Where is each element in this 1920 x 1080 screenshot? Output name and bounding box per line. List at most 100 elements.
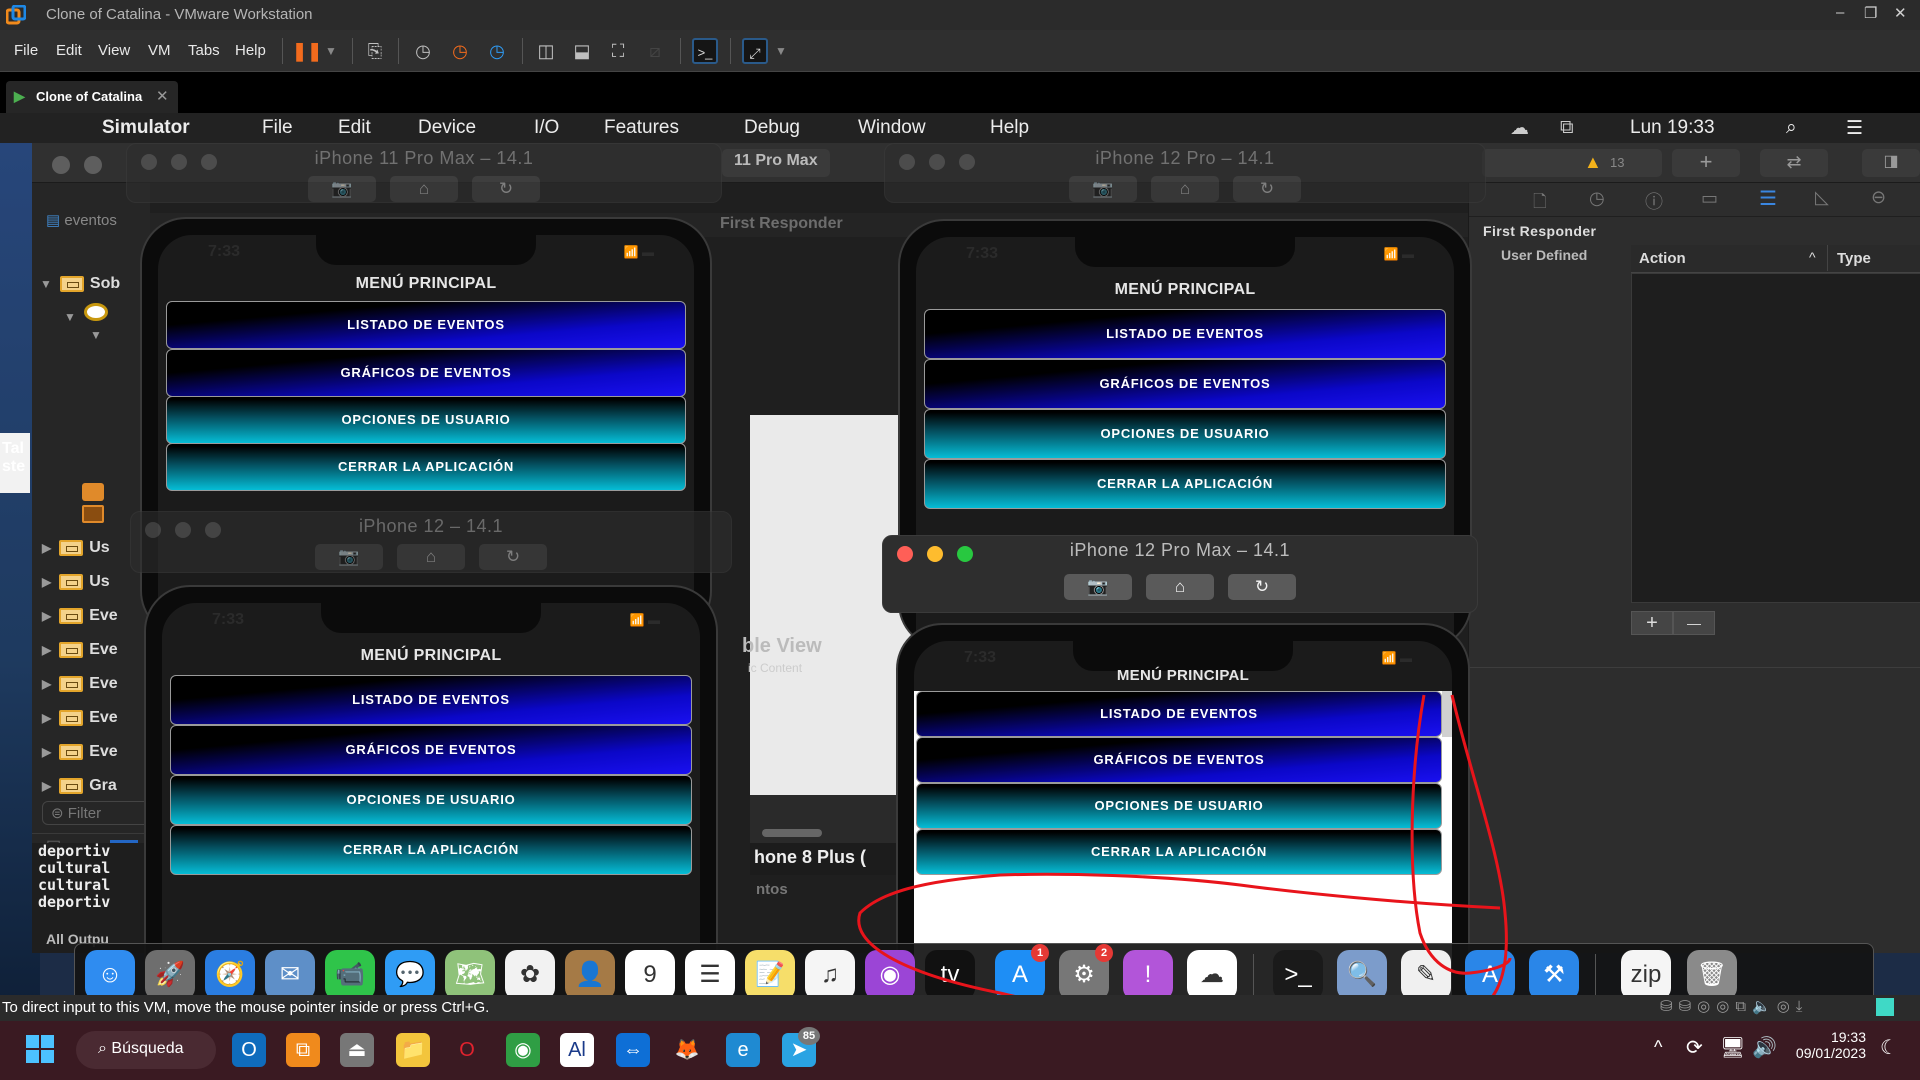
simulator-window-12[interactable]: iPhone 12 – 14.1 📷 ⌂ ↻ bbox=[130, 511, 732, 573]
simulator-window-12-pro-max[interactable]: iPhone 12 Pro Max – 14.1 📷 ⌂ ↻ bbox=[882, 535, 1478, 613]
scroll-indicator[interactable] bbox=[1442, 691, 1452, 737]
stretch-guest-icon[interactable]: ⤢ bbox=[742, 38, 768, 64]
podcasts-icon[interactable]: ◉ bbox=[865, 950, 915, 1000]
menu-features[interactable]: Features bbox=[604, 117, 679, 139]
simulator-icon[interactable]: A bbox=[1465, 950, 1515, 1000]
column-type[interactable]: Type bbox=[1837, 250, 1871, 267]
opciones-usuario-button[interactable]: OPCIONES DE USUARIO bbox=[924, 409, 1446, 459]
apple-tv-icon[interactable]: tv bbox=[925, 950, 975, 1000]
menu-simulator[interactable]: Simulator bbox=[102, 117, 190, 139]
telegram-icon[interactable]: ➤ 85 bbox=[782, 1027, 820, 1067]
thumbnail-bar-icon[interactable]: ⬓ bbox=[569, 38, 595, 64]
home-icon[interactable]: ⌂ bbox=[1146, 574, 1214, 600]
sync-icon[interactable]: ⟳ bbox=[1686, 1035, 1703, 1060]
rotate-icon[interactable]: ↻ bbox=[479, 544, 547, 570]
breadcrumb-first-responder[interactable]: First Responder bbox=[720, 215, 843, 233]
screenshot-icon[interactable]: 📷 bbox=[308, 176, 376, 202]
send-ctrl-alt-del-icon[interactable]: ⎘ bbox=[362, 38, 388, 64]
menu-debug[interactable]: Debug bbox=[744, 117, 800, 139]
contacts-icon[interactable]: 👤 bbox=[565, 950, 615, 1000]
code-review-button[interactable]: ⇄ bbox=[1760, 149, 1828, 177]
listado-eventos-button[interactable]: LISTADO DE EVENTOS bbox=[170, 675, 692, 725]
opciones-usuario-button[interactable]: OPCIONES DE USUARIO bbox=[166, 396, 686, 444]
system-preferences-icon[interactable]: ⚙ 2 bbox=[1059, 944, 1113, 1000]
feedback-assistant-icon[interactable]: ! bbox=[1123, 950, 1173, 1000]
snapshot-take-icon[interactable]: ◷ bbox=[410, 38, 436, 64]
menu-view[interactable]: View bbox=[98, 42, 130, 59]
snapshot-revert-icon[interactable]: ◷ bbox=[447, 38, 473, 64]
menu-vm[interactable]: VM bbox=[148, 42, 171, 59]
notes-icon[interactable]: 📝 bbox=[745, 950, 795, 1000]
connections-inspector-icon[interactable]: ⊖ bbox=[1871, 187, 1886, 208]
nav-item[interactable]: Eve bbox=[89, 641, 117, 658]
nav-item[interactable]: Eve bbox=[89, 675, 117, 692]
chevron-down-icon[interactable]: ▼ bbox=[768, 38, 794, 64]
creative-cloud-icon[interactable]: ☁ bbox=[1510, 117, 1529, 140]
nav-item[interactable]: Gra bbox=[89, 777, 117, 794]
onedrive-icon[interactable]: ☁ bbox=[1187, 950, 1237, 1000]
console-view-icon[interactable]: >_ bbox=[692, 38, 718, 64]
file-explorer-icon[interactable]: 📁 bbox=[396, 1033, 430, 1067]
graficos-eventos-button[interactable]: GRÁFICOS DE EVENTOS bbox=[924, 359, 1446, 409]
sort-ascending-icon[interactable]: ^ bbox=[1809, 249, 1816, 265]
home-icon[interactable]: ⌂ bbox=[1151, 176, 1219, 202]
device-status-icons[interactable]: ⛁⛁◎◎⧉🔈◎⤓ bbox=[1660, 997, 1808, 1015]
app-store-icon[interactable]: A1 bbox=[995, 944, 1049, 1000]
file-inspector-icon[interactable]: 🗋 bbox=[1533, 189, 1547, 218]
screen-mirroring-icon[interactable]: ⧉ bbox=[1560, 117, 1574, 139]
usb-tool-icon[interactable]: ⏏ bbox=[340, 1033, 374, 1067]
remove-action-button[interactable]: — bbox=[1673, 611, 1715, 635]
preview-icon[interactable]: 🔍 bbox=[1337, 950, 1387, 1000]
library-add-button[interactable]: + bbox=[1672, 149, 1740, 177]
home-icon[interactable]: ⌂ bbox=[390, 176, 458, 202]
network-icon[interactable]: 🖥 bbox=[1720, 1035, 1745, 1060]
teamviewer-icon[interactable]: ⇔ bbox=[616, 1033, 650, 1067]
macos-guest-screen[interactable]: Talste 11 Pro Max ▲ 13 + ⇄ ◨ Main.storyb… bbox=[0, 113, 1920, 1013]
photos-icon[interactable]: ✿ bbox=[505, 950, 555, 1000]
trash-icon[interactable]: 🗑 bbox=[1687, 950, 1737, 1000]
volume-icon[interactable]: 🔊 bbox=[1752, 1035, 1777, 1060]
messages-icon[interactable]: 💬 bbox=[385, 950, 435, 1000]
opera-icon[interactable]: O bbox=[450, 1033, 484, 1067]
filter-field[interactable]: ⊜ Filter bbox=[42, 801, 150, 825]
size-inspector-icon[interactable]: ◺ bbox=[1815, 187, 1829, 208]
notes-icon[interactable] bbox=[1876, 998, 1894, 1016]
archive-utility-icon[interactable]: zip bbox=[1621, 950, 1671, 1000]
menu-tabs[interactable]: Tabs bbox=[188, 42, 220, 59]
scheme-device-selector[interactable]: 11 Pro Max bbox=[722, 149, 830, 177]
maximize-button[interactable]: ❐ bbox=[1864, 4, 1877, 22]
terminal-icon[interactable]: >_ bbox=[1273, 950, 1323, 1000]
menu-file[interactable]: File bbox=[262, 117, 293, 139]
listado-eventos-button[interactable]: LISTADO DE EVENTOS bbox=[916, 691, 1442, 737]
rotate-icon[interactable]: ↻ bbox=[1228, 574, 1296, 600]
edge-icon[interactable]: e bbox=[726, 1033, 760, 1067]
attributes-inspector-icon[interactable]: ☰ bbox=[1759, 186, 1777, 211]
xcode-icon[interactable]: ⚒ bbox=[1529, 950, 1579, 1000]
nav-item[interactable]: Us bbox=[89, 573, 109, 590]
spotlight-icon[interactable]: ⌕ bbox=[1786, 117, 1797, 139]
focus-assist-icon[interactable]: ☾ bbox=[1880, 1035, 1898, 1060]
cerrar-aplicacion-button[interactable]: CERRAR LA APLICACIÓN bbox=[166, 443, 686, 491]
safari-icon[interactable]: 🧭 bbox=[205, 950, 255, 1000]
graficos-eventos-button[interactable]: GRÁFICOS DE EVENTOS bbox=[916, 737, 1442, 783]
screenshot-icon[interactable]: 📷 bbox=[1069, 176, 1137, 202]
cerrar-aplicacion-button[interactable]: CERRAR LA APLICACIÓN bbox=[916, 829, 1442, 875]
facetime-icon[interactable]: 📹 bbox=[325, 950, 375, 1000]
show-library-icon[interactable]: ◫ bbox=[533, 38, 559, 64]
horizontal-scrollbar[interactable] bbox=[762, 829, 822, 837]
maps-icon[interactable]: 🗺 bbox=[445, 950, 495, 1000]
outlook-icon[interactable]: O bbox=[232, 1033, 266, 1067]
add-action-button[interactable]: + bbox=[1631, 611, 1673, 635]
opciones-usuario-button[interactable]: OPCIONES DE USUARIO bbox=[170, 775, 692, 825]
minimize-button[interactable]: – bbox=[1836, 4, 1844, 21]
mail-icon[interactable]: ✉ bbox=[265, 950, 315, 1000]
finder-icon[interactable]: ☺ bbox=[85, 950, 135, 1000]
graficos-eventos-button[interactable]: GRÁFICOS DE EVENTOS bbox=[166, 349, 686, 397]
opciones-usuario-button[interactable]: OPCIONES DE USUARIO bbox=[916, 783, 1442, 829]
column-action[interactable]: Action bbox=[1639, 250, 1686, 267]
help-inspector-icon[interactable]: ⓘ bbox=[1645, 188, 1663, 214]
close-button[interactable]: ✕ bbox=[1894, 4, 1907, 22]
vmware-icon[interactable]: ⧉ bbox=[286, 1033, 320, 1067]
tab-clone-of-catalina[interactable]: ▶ Clone of Catalina ✕ bbox=[6, 81, 178, 113]
menu-edit[interactable]: Edit bbox=[56, 42, 82, 59]
